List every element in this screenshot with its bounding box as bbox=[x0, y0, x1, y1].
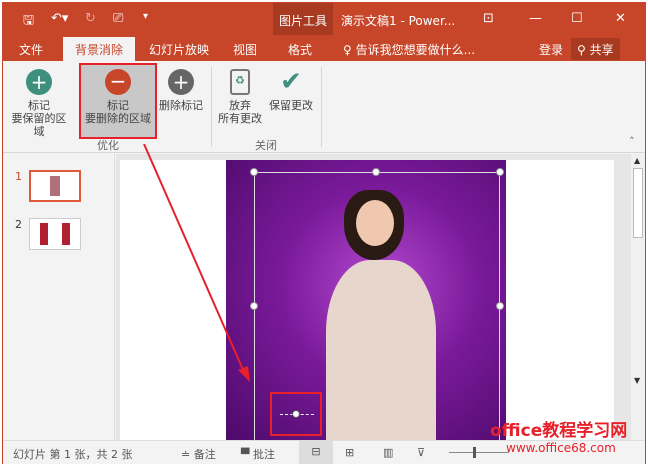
notes-icon: ≐ bbox=[181, 448, 191, 461]
checkmark-icon: ✔ bbox=[280, 67, 302, 97]
scroll-down-icon[interactable]: ▼ bbox=[634, 376, 640, 385]
reading-view-icon[interactable]: ▥ bbox=[383, 446, 393, 459]
thumb-number: 1 bbox=[15, 170, 22, 183]
powerpoint-window: 🖫 ↶▾ ↻ ⎚ ▾ 图片工具 演示文稿1 - Power... ⊡ — ☐ ✕… bbox=[2, 2, 646, 464]
window-title: 演示文稿1 - Power... bbox=[341, 14, 456, 28]
button-label: 删除标记 bbox=[159, 99, 203, 112]
slideshow-view-icon[interactable]: ⊽ bbox=[417, 446, 425, 459]
maximize-icon[interactable]: ☐ bbox=[571, 11, 583, 26]
group-divider bbox=[321, 67, 322, 147]
minus-pencil-icon: − bbox=[105, 69, 131, 95]
slide-thumbnails: 1 2 bbox=[3, 154, 115, 440]
comments-button[interactable]: ▀ 批注 bbox=[241, 446, 275, 462]
mark-remove-button[interactable]: − 标记 要删除的区域 bbox=[79, 63, 157, 139]
button-label: 所有更改 bbox=[218, 112, 262, 125]
person-icon: ⚲ bbox=[577, 43, 586, 57]
tab-file[interactable]: 文件 bbox=[19, 41, 43, 58]
context-tab-label: 图片工具 bbox=[279, 14, 328, 28]
button-label: 要保留的区域 bbox=[11, 112, 67, 138]
tab-slideshow[interactable]: 幻灯片放映 bbox=[149, 41, 209, 58]
ribbon-tabs: 文件 背景消除 幻灯片放映 视图 格式 ♀ 告诉我您想要做什么... 登录 ⚲ … bbox=[3, 35, 645, 61]
watermark-url: www.office68.com bbox=[506, 441, 616, 455]
removal-mark-highlight bbox=[270, 392, 322, 436]
save-icon[interactable]: 🖫 bbox=[23, 11, 34, 33]
annotation-arrow bbox=[143, 144, 250, 382]
zoom-slider[interactable] bbox=[449, 447, 509, 458]
button-label: 标记 bbox=[107, 99, 129, 112]
ribbon-display-icon[interactable]: ⊡ bbox=[483, 11, 494, 26]
resize-handle[interactable] bbox=[496, 168, 504, 176]
vertical-scrollbar[interactable]: ▲ ▼ bbox=[631, 154, 645, 440]
comments-label: 批注 bbox=[252, 448, 275, 461]
minimize-icon[interactable]: — bbox=[529, 11, 542, 26]
redo-icon[interactable]: ↻ bbox=[85, 11, 96, 26]
tell-me-search[interactable]: ♀ 告诉我您想要做什么... bbox=[343, 41, 475, 58]
comment-icon: ▀ bbox=[241, 448, 250, 461]
title-bar: 🖫 ↶▾ ↻ ⎚ ▾ 图片工具 演示文稿1 - Power... ⊡ — ☐ ✕ bbox=[3, 3, 645, 61]
share-label: 共享 bbox=[589, 43, 614, 57]
delete-mark-button[interactable]: + 删除标记 bbox=[155, 65, 207, 112]
slide-counter: 幻灯片 第 1 张，共 2 张 bbox=[13, 448, 133, 461]
plus-pencil-icon: + bbox=[26, 69, 52, 95]
button-label: 要删除的区域 bbox=[85, 112, 151, 125]
background-removal-image[interactable] bbox=[226, 160, 506, 442]
resize-handle[interactable] bbox=[372, 168, 380, 176]
undo-icon[interactable]: ↶▾ bbox=[51, 11, 68, 26]
share-button[interactable]: ⚲ 共享 bbox=[571, 38, 620, 60]
slide-sorter-icon[interactable]: ⊞ bbox=[345, 446, 354, 459]
normal-view-icon[interactable]: ⊟ bbox=[299, 441, 333, 464]
delete-mark-icon: + bbox=[168, 69, 194, 95]
watermark-title: office教程学习网 bbox=[490, 421, 628, 441]
recycle-bin-icon: ♻ bbox=[230, 69, 250, 95]
thumb-number: 2 bbox=[15, 218, 22, 231]
slide-thumbnail-1[interactable] bbox=[29, 170, 81, 202]
group-divider bbox=[211, 67, 212, 147]
button-label: 保留更改 bbox=[269, 99, 313, 112]
ribbon: + 标记 要保留的区域 − 标记 要删除的区域 + 删除标记 ♻ 放弃 所有更改 ✔ … bbox=[3, 61, 645, 153]
resize-handle[interactable] bbox=[496, 302, 504, 310]
presenter-icon[interactable]: ⎚ bbox=[113, 11, 123, 26]
notes-button[interactable]: ≐ 备注 bbox=[181, 446, 216, 462]
tab-format[interactable]: 格式 bbox=[288, 41, 312, 58]
scroll-thumb[interactable] bbox=[633, 168, 643, 238]
tell-me-text: 告诉我您想要做什么... bbox=[355, 43, 476, 57]
tab-background-removal[interactable]: 背景消除 bbox=[63, 37, 136, 61]
mark-keep-button[interactable]: + 标记 要保留的区域 bbox=[7, 65, 71, 138]
login-link[interactable]: 登录 bbox=[539, 41, 563, 58]
slide-thumbnail-2[interactable] bbox=[29, 218, 81, 250]
discard-changes-button[interactable]: ♻ 放弃 所有更改 bbox=[215, 65, 265, 125]
button-label: 标记 bbox=[28, 99, 50, 112]
customize-icon[interactable]: ▾ bbox=[143, 11, 148, 22]
group-label-close: 关闭 bbox=[255, 139, 277, 152]
collapse-ribbon-icon[interactable]: ˄ bbox=[629, 135, 635, 148]
minus-mark-icon bbox=[292, 410, 300, 418]
lightbulb-icon: ♀ bbox=[343, 43, 352, 57]
keep-changes-button[interactable]: ✔ 保留更改 bbox=[265, 65, 317, 112]
slide-editor bbox=[116, 144, 632, 442]
button-label: 放弃 bbox=[229, 99, 251, 112]
zoom-slider-thumb[interactable] bbox=[473, 447, 476, 458]
tab-view[interactable]: 视图 bbox=[233, 41, 257, 58]
notes-label: 备注 bbox=[193, 448, 216, 461]
scroll-up-icon[interactable]: ▲ bbox=[634, 156, 640, 165]
close-icon[interactable]: ✕ bbox=[615, 11, 626, 26]
